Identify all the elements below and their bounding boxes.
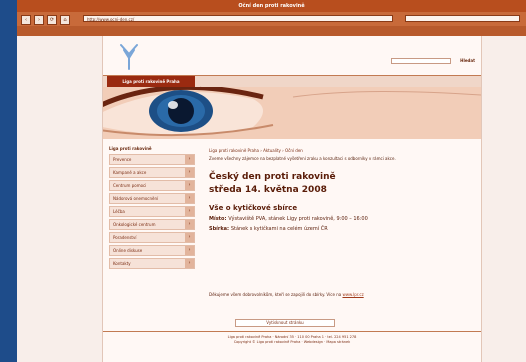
page-viewport: Hledat Liga proti rakovině Praha Úvod Ak… bbox=[17, 36, 526, 362]
footer-links[interactable]: Copyright © Liga proti rakovině Praha · … bbox=[103, 340, 481, 345]
reload-icon[interactable]: ⟳ bbox=[47, 15, 57, 25]
sidebar-item[interactable]: Prevence › bbox=[109, 154, 195, 165]
web-page: Hledat Liga proti rakovině Praha Úvod Ak… bbox=[102, 36, 482, 362]
sidebar-item[interactable]: Léčba › bbox=[109, 206, 195, 217]
site-search-button[interactable]: Hledat bbox=[460, 57, 475, 65]
chevron-right-icon: › bbox=[185, 155, 194, 164]
eye-banner bbox=[103, 87, 481, 139]
info-line: Sbírka: Stánek s kytičkami na celém územ… bbox=[209, 226, 328, 232]
chevron-right-icon: › bbox=[185, 194, 194, 203]
sidebar-item[interactable]: Centrum pomoci › bbox=[109, 180, 195, 191]
chevron-right-icon: › bbox=[185, 246, 194, 255]
sidebar-item[interactable]: Onkologické centrum › bbox=[109, 219, 195, 230]
window-title: Oční den proti rakovině bbox=[17, 0, 526, 12]
info-line: Místo: Výstaviště PVA, stánek Ligy proti… bbox=[209, 216, 368, 222]
section-subtitle: Vše o kytičkové sbírce bbox=[209, 204, 298, 212]
forward-icon[interactable]: › bbox=[34, 15, 44, 25]
browser-window: Oční den proti rakovině ‹ › ⟳ ⌂ http://w… bbox=[17, 0, 526, 362]
thanks-text: Děkujeme všem dobrovolníkům, kteří se za… bbox=[209, 292, 364, 297]
sidebar-item[interactable]: Kampaně a akce › bbox=[109, 167, 195, 178]
sidebar-item[interactable]: Online diskuse › bbox=[109, 245, 195, 256]
sidebar: Liga proti rakovině Prevence › Kampaně a … bbox=[109, 146, 195, 271]
chevron-right-icon: › bbox=[185, 181, 194, 190]
chevron-right-icon: › bbox=[185, 233, 194, 242]
site-search-input[interactable] bbox=[391, 58, 451, 64]
thanks-link[interactable]: www.lpr.cz bbox=[342, 292, 363, 297]
sidebar-item[interactable]: Poradenství › bbox=[109, 232, 195, 243]
chevron-right-icon: › bbox=[185, 259, 194, 268]
browser-toolbar: ‹ › ⟳ ⌂ http://www.ocni-den.cz/ bbox=[17, 12, 526, 26]
chevron-right-icon: › bbox=[185, 207, 194, 216]
page-footer: Liga proti rakovině Praha · Národní 35 ·… bbox=[103, 331, 481, 362]
home-icon[interactable]: ⌂ bbox=[60, 15, 70, 25]
address-bar[interactable]: http://www.ocni-den.cz/ bbox=[83, 15, 393, 22]
sidebar-item[interactable]: Kontakty › bbox=[109, 258, 195, 269]
chevron-right-icon: › bbox=[185, 220, 194, 229]
bookmarks-bar: Zprávy Počasí Mapy Hry Slovník Email bbox=[17, 26, 526, 42]
sidebar-heading: Liga proti rakovině bbox=[109, 146, 152, 151]
main-content: Liga proti rakovině Praha › Aktuality › … bbox=[209, 148, 469, 233]
breadcrumb[interactable]: Liga proti rakovině Praha › Aktuality › … bbox=[209, 148, 469, 153]
site-logo[interactable] bbox=[117, 42, 141, 70]
back-icon[interactable]: ‹ bbox=[21, 15, 31, 25]
intro-text: Zveme všechny zájemce na bezplatné vyšet… bbox=[209, 156, 396, 161]
page-title: Český den proti rakovině středa 14. květ… bbox=[209, 172, 336, 195]
chevron-right-icon: › bbox=[185, 168, 194, 177]
print-button[interactable]: Vytisknout stránku bbox=[235, 319, 335, 327]
browser-search-input[interactable] bbox=[405, 15, 520, 22]
sidebar-item[interactable]: Nádorová onemocnění › bbox=[109, 193, 195, 204]
